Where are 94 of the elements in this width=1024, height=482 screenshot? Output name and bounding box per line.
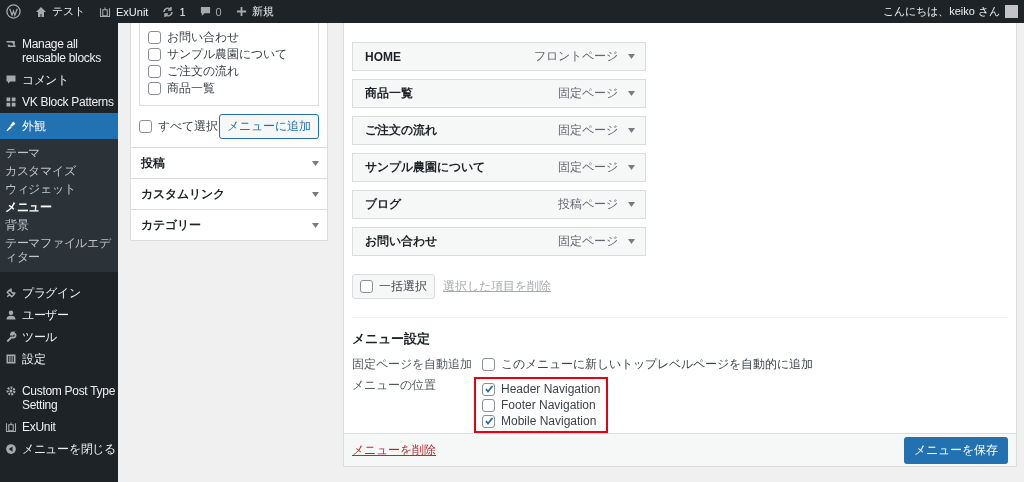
menu-item[interactable]: ご注文の流れ 固定ページ [352,116,646,145]
comments-count[interactable]: 0 [215,5,222,18]
menu-item-type: 固定ページ [558,85,618,102]
menu-item[interactable]: HOME フロントページ [352,42,646,71]
dropdown-arrow-icon[interactable] [628,165,635,170]
dropdown-arrow-icon[interactable] [628,239,635,244]
sidebar-item[interactable]: プラグイン [0,282,118,304]
menu-item-title: ブログ [365,196,403,213]
sidebar-item[interactable]: ツール [0,326,118,348]
settings-heading: メニュー設定 [352,330,431,348]
sidebar-item[interactable]: 外観 [0,113,118,139]
accordion-section[interactable]: 投稿 [131,147,327,178]
dropdown-arrow-icon[interactable] [312,222,319,228]
menu-item-title: サンプル農園について [365,159,486,176]
dropdown-arrow-icon[interactable] [628,128,635,133]
menu-item-type: 投稿ページ [558,196,618,213]
menu-item-type: 固定ページ [558,122,618,139]
dropdown-arrow-icon[interactable] [628,202,635,207]
menu-item-type: フロントページ [534,48,618,65]
updates-count[interactable]: 1 [179,5,186,18]
page-label: お問い合わせ [167,29,239,46]
page-label: サンプル農園について [167,46,287,63]
location-label: Footer Navigation [501,397,596,413]
accordion-section[interactable]: カテゴリー [131,209,327,240]
dropdown-arrow-icon[interactable] [628,91,635,96]
building-icon [5,421,17,433]
dropdown-arrow-icon[interactable] [628,54,635,59]
plugin-link[interactable]: ExUnit [116,5,149,18]
menu-item-title: 商品一覧 [365,85,414,102]
brush-icon [5,120,17,132]
checkbox[interactable] [482,414,495,428]
sidebar-item[interactable]: メニューを閉じる [0,438,118,460]
comment-icon[interactable] [199,6,211,17]
page-label: 商品一覧 [167,80,215,97]
checkbox[interactable] [482,358,495,371]
menu-item-type: 固定ページ [558,159,618,176]
submenu-item[interactable]: 背景 [0,216,118,234]
wrench-icon [5,331,17,343]
checkbox[interactable] [360,280,373,293]
submenu-item[interactable]: テーマ [0,144,118,162]
new-link[interactable]: 新規 [251,4,274,19]
menu-item-title: お問い合わせ [365,233,438,250]
refresh-icon[interactable] [162,5,175,18]
sidebar-item[interactable]: Custom Post Type Setting [0,380,118,416]
home-icon[interactable] [35,5,47,18]
submenu-item[interactable]: メニュー [0,198,118,216]
person-icon [5,309,17,321]
gear-icon [5,385,17,397]
plug-icon [5,287,17,299]
site-name-link[interactable]: テスト [52,4,85,19]
location-label: Header Navigation [501,381,601,397]
plus-icon[interactable] [235,6,247,17]
submenu-item[interactable]: カスタマイズ [0,162,118,180]
checkbox[interactable] [148,31,161,44]
page-label: ご注文の流れ [167,63,239,80]
sidebar-item[interactable]: ExUnit [0,416,118,438]
menu-item-title: ご注文の流れ [365,122,438,139]
greeting-text[interactable]: こんにちは、keiko さん [883,4,1000,19]
option-label: このメニューに新しいトップレベルページを自動的に追加 [501,356,813,373]
menu-item[interactable]: お問い合わせ 固定ページ [352,227,646,256]
dropdown-arrow-icon[interactable] [312,160,319,166]
submenu-item[interactable]: テーマファイルエディター [0,234,118,266]
menu-item[interactable]: ブログ 投稿ページ [352,190,646,219]
checkbox[interactable] [482,398,495,412]
menu-item-title: HOME [365,49,402,64]
menu-item-type: 固定ページ [558,233,618,250]
speech-bubble-icon [5,74,17,86]
sidebar-item[interactable]: 設定 [0,348,118,370]
menu-item[interactable]: 商品一覧 固定ページ [352,79,646,108]
location-label: Mobile Navigation [501,413,597,429]
dropdown-arrow-icon[interactable] [312,191,319,197]
delete-menu-link[interactable]: メニューを削除 [352,441,436,459]
menu-item[interactable]: サンプル農園について 固定ページ [352,153,646,182]
checkbox[interactable] [148,65,161,78]
sidebar-item[interactable]: コメント [0,69,118,91]
checkbox[interactable] [482,382,495,396]
submenu-item[interactable]: ウィジェット [0,180,118,198]
setting-label: メニューの位置 [352,377,437,394]
sidebar-item[interactable]: ユーザー [0,304,118,326]
accordion-section[interactable]: カスタムリンク [131,178,327,209]
sidebar-item[interactable]: Manage all reusable blocks [0,33,118,69]
collapse-icon [5,443,17,455]
wordpress-logo-icon[interactable] [6,4,21,19]
add-to-menu-button[interactable]: メニューに追加 [219,114,319,139]
sidebar-item[interactable]: VK Block Patterns [0,91,118,113]
checkbox[interactable] [139,120,152,133]
checkbox[interactable] [148,48,161,61]
grid-icon [5,96,17,108]
bulk-select-button[interactable]: 一括選択 [352,274,435,299]
building-icon[interactable] [99,5,111,18]
save-menu-button[interactable]: メニューを保存 [904,436,1008,464]
setting-label: 固定ページを自動追加 [352,356,473,373]
select-all-label: すべて選択 [158,118,218,135]
checkbox[interactable] [148,82,161,95]
